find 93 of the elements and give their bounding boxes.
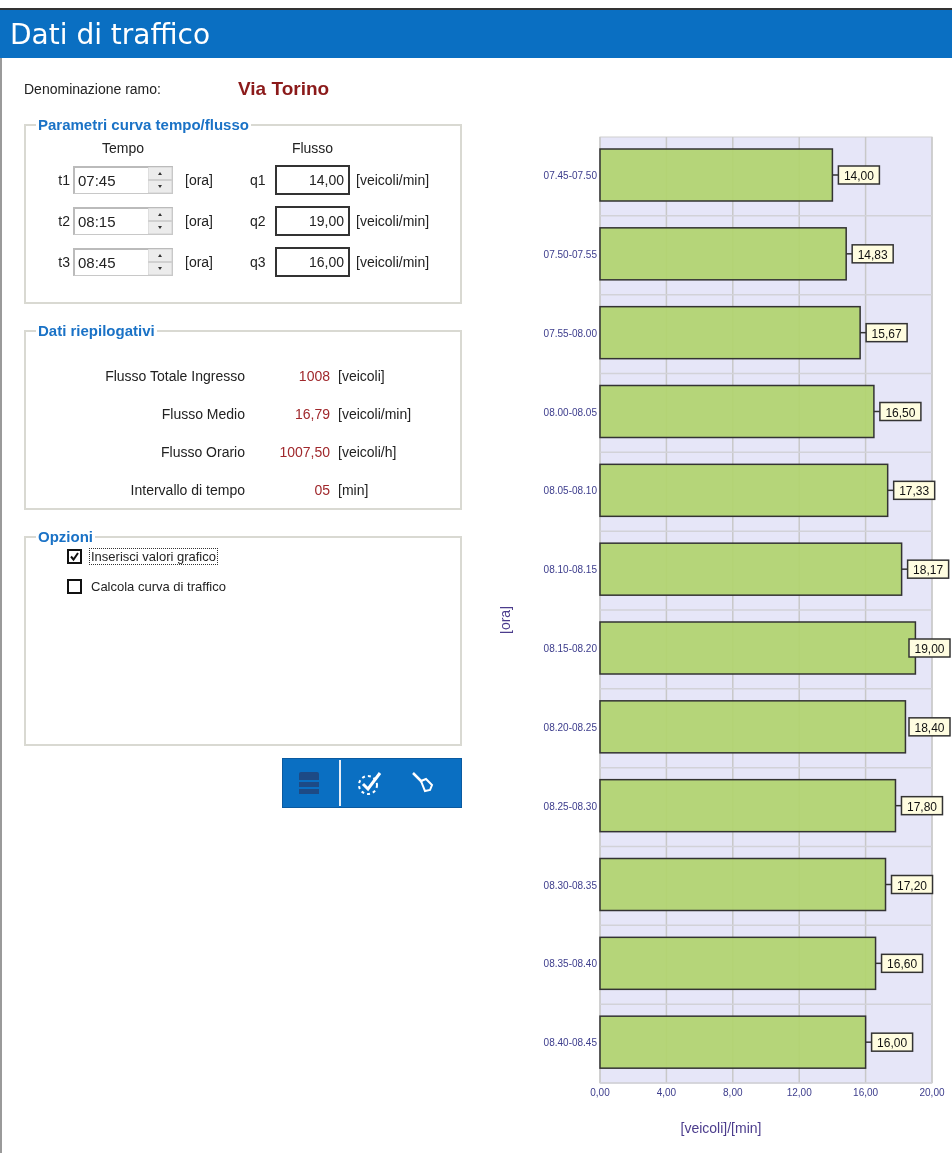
field-label: q2	[250, 212, 267, 229]
summary-label: Intervallo di tempo	[129, 482, 245, 498]
checkbox[interactable]	[67, 548, 82, 564]
unit-label: [veicoli/min]	[356, 171, 430, 188]
data-label: 17,20	[897, 878, 928, 893]
value-label: 15,67	[865, 322, 908, 343]
category-label: 08.40-08.45	[543, 1037, 597, 1049]
value-label: 17,80	[900, 795, 944, 816]
data-label: 18,40	[914, 720, 945, 735]
leader-line	[900, 568, 909, 570]
data-label: 16,50	[885, 405, 916, 420]
summary-value: 05	[313, 482, 330, 498]
tick-label: 12,00	[786, 1087, 812, 1098]
branch-label: Denominazione ramo:	[24, 81, 162, 97]
value-label: 16,60	[880, 953, 924, 974]
unit-label: [veicoli/h]	[338, 444, 397, 460]
section-title: Dati riepilogativi	[37, 322, 156, 339]
leader-line	[845, 253, 853, 255]
flow-field[interactable]: 19,00	[275, 205, 350, 236]
unit-label: [ora]	[185, 253, 214, 270]
time-value: 07:45	[77, 171, 116, 189]
tick-label: 4,00	[656, 1087, 677, 1098]
time-spinner[interactable]: 07:45	[73, 165, 173, 194]
checkbox-label[interactable]: Calcola curva di traffico	[89, 577, 228, 595]
category-label: 08.10-08.15	[543, 564, 597, 576]
category-label: 08.05-08.10	[543, 485, 597, 497]
field-label: t3	[57, 253, 70, 270]
branch-name: Via Torino	[238, 78, 330, 100]
time-value: 08:45	[77, 253, 116, 271]
leader-line	[864, 1041, 873, 1043]
value-label: 16,00	[870, 1032, 914, 1052]
category-label: 08.35-08.40	[543, 958, 597, 970]
unit-label: [min]	[338, 482, 369, 498]
axis-title: [veicoli]/[min]	[680, 1120, 762, 1136]
summary-label: Flusso Medio	[160, 406, 245, 422]
flow-field[interactable]: 16,00	[275, 246, 350, 277]
data-label: 16,00	[877, 1036, 908, 1051]
time-spinner[interactable]: 08:45	[73, 247, 173, 276]
tick-label: 8,00	[723, 1087, 743, 1098]
summary-value: 16,79	[293, 406, 330, 422]
data-label: 16,60	[887, 957, 918, 972]
field-label: t1	[57, 171, 70, 188]
value-label: 17,20	[890, 874, 934, 895]
category-label: 07.45-07.50	[543, 170, 597, 181]
category-label: 08.25-08.30	[543, 800, 597, 812]
field-label: q1	[250, 171, 267, 188]
category-label: 08.15-08.20	[543, 643, 597, 654]
field-label: t2	[57, 212, 70, 229]
data-label: 19,00	[914, 642, 945, 656]
unit-label: [ora]	[185, 171, 214, 188]
unit-label: [veicoli/min]	[338, 406, 412, 422]
summary-label: Flusso Totale Ingresso	[104, 368, 245, 384]
category-label: 08.00-08.05	[543, 406, 597, 418]
value-label: 18,40	[908, 717, 951, 737]
data-label: 18,17	[913, 563, 944, 578]
window-title: Dati di traffico	[10, 17, 211, 51]
category-label: 08.30-08.35	[543, 879, 597, 891]
data-label: 14,00	[843, 169, 875, 183]
leader-line	[831, 174, 840, 176]
column-heading: Tempo	[101, 140, 145, 156]
field-label: q3	[250, 253, 267, 270]
data-label: 17,33	[899, 484, 930, 499]
value-label: 17,33	[892, 480, 936, 501]
flow-field[interactable]: 14,00	[275, 164, 350, 195]
category-label: 07.50-07.55	[543, 248, 597, 260]
category-label: 07.55-08.00	[543, 327, 597, 339]
data-label: 17,80	[906, 799, 938, 814]
unit-label: [ora]	[185, 212, 214, 229]
column-heading: Flusso	[290, 140, 335, 156]
tick-label: 16,00	[853, 1087, 879, 1098]
category-label: 08.20-08.25	[543, 721, 597, 733]
data-label: 15,67	[871, 326, 902, 341]
unit-label: [veicoli/min]	[356, 253, 430, 270]
axis-title: [ora]	[500, 606, 513, 634]
summary-value: 1007,50	[278, 444, 330, 460]
section-title: Opzioni	[37, 528, 94, 545]
time-value: 08:15	[77, 212, 116, 230]
value-label: 16,50	[879, 401, 922, 422]
summary-value: 1008	[297, 368, 330, 384]
tick-label: 20,00	[919, 1087, 945, 1098]
value-label: 18,17	[906, 559, 950, 579]
checkbox-label[interactable]: Inserisci valori grafico	[89, 547, 218, 565]
checkbox[interactable]	[67, 578, 82, 594]
unit-label: [veicoli/min]	[356, 212, 430, 229]
data-label: 14,83	[857, 247, 889, 262]
value-label: 14,00	[837, 165, 881, 185]
tick-label: 0,00	[590, 1087, 610, 1098]
section-title: Parametri curva tempo/flusso	[37, 116, 250, 133]
unit-label: [veicoli]	[338, 368, 385, 384]
value-label: 14,83	[851, 244, 894, 264]
summary-label: Flusso Orario	[159, 444, 245, 460]
value-label: 19,00	[908, 638, 951, 658]
time-spinner[interactable]: 08:15	[73, 206, 173, 235]
